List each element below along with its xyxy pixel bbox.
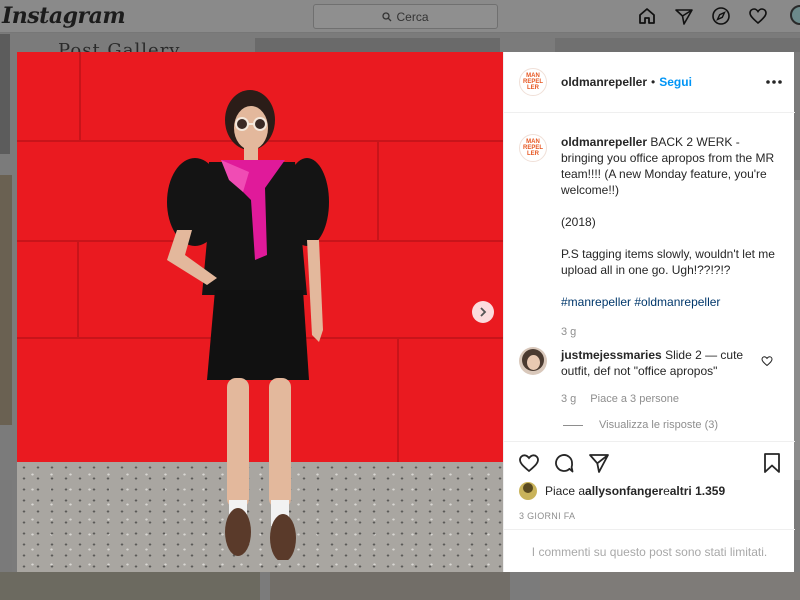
background-post-tile [0, 175, 12, 425]
view-replies-label: Visualizza le risposte (3) [599, 419, 719, 431]
caption-year: (2018) [561, 215, 596, 229]
search-input[interactable]: Cerca [313, 4, 498, 29]
wall-seam [397, 337, 399, 462]
home-icon[interactable] [636, 5, 658, 27]
comment-bubble-icon[interactable] [553, 452, 575, 474]
direct-icon[interactable] [673, 5, 695, 27]
likes-summary: Piace a allysonfanger e altri 1.359 [519, 482, 725, 500]
activity-heart-icon[interactable] [747, 5, 769, 27]
post-caption: MAN REPEL LER oldmanrepeller BACK 2 WERK -… [519, 134, 785, 340]
caption-body: oldmanrepeller BACK 2 WERK - bringing yo… [561, 134, 785, 340]
top-navigation-bar: Instagram Cerca [0, 0, 800, 33]
post-header: MAN REPEL LER oldmanrepeller • Segui [504, 52, 795, 113]
save-bookmark-icon[interactable] [761, 452, 783, 474]
background-post-tile [0, 572, 260, 600]
background-post-tile [0, 34, 10, 154]
post-side-panel: MAN REPEL LER oldmanrepeller • Segui MAN RE… [503, 52, 795, 572]
comment-item: justmejessmaries Slide 2 — cute outfit, … [519, 347, 785, 407]
chevron-right-icon [480, 307, 487, 317]
brand-avatar[interactable]: MAN REPEL LER [519, 134, 547, 162]
liker-username-link[interactable]: allysonfanger [585, 484, 663, 498]
separator-dot: • [651, 75, 656, 89]
background-post-tile [255, 38, 500, 52]
caption-username-link[interactable]: oldmanrepeller [561, 135, 647, 149]
post-photo [17, 52, 503, 572]
brand-logo-text: MAN REPEL LER [522, 73, 543, 91]
commenter-avatar[interactable] [519, 347, 547, 375]
next-slide-button[interactable] [472, 301, 494, 323]
caption-timestamp[interactable]: 3 g [561, 324, 785, 340]
comment-likes-link[interactable]: Piace a 3 persone [590, 391, 679, 407]
caption-note: P.S tagging items slowly, wouldn't let m… [561, 247, 775, 277]
comment-username-link[interactable]: justmejessmaries [561, 348, 662, 362]
wall-seam [79, 52, 81, 140]
follow-button[interactable]: Segui [659, 75, 692, 89]
wall-seam [377, 140, 379, 240]
post-date[interactable]: 3 GIORNI FA [519, 511, 575, 521]
replies-divider [563, 424, 583, 426]
brand-avatar[interactable]: MAN REPEL LER [519, 68, 547, 96]
comments-limited-notice: I commenti su questo post sono stati lim… [504, 529, 795, 573]
post-username-link[interactable]: oldmanrepeller [561, 75, 647, 89]
liker-avatar[interactable] [519, 482, 537, 500]
view-replies-button[interactable]: Visualizza le risposte (3) [563, 419, 718, 431]
instagram-logo[interactable]: Instagram [2, 3, 126, 29]
like-heart-icon[interactable] [518, 452, 540, 474]
likes-middle: e [663, 484, 670, 498]
background-post-tile [555, 38, 800, 52]
likes-others-link[interactable]: altri 1.359 [670, 484, 725, 498]
background-post-tile [270, 572, 510, 600]
explore-icon[interactable] [710, 5, 732, 27]
post-modal: MAN REPEL LER oldmanrepeller • Segui MAN RE… [17, 52, 795, 572]
background-post-tile [540, 572, 800, 600]
comment-body: justmejessmaries Slide 2 — cute outfit, … [561, 347, 756, 407]
search-icon [382, 11, 392, 21]
wall-seam [77, 240, 79, 337]
caption-hashtags[interactable]: #manrepeller #oldmanrepeller [561, 294, 785, 310]
share-paper-plane-icon[interactable] [588, 452, 610, 474]
profile-avatar[interactable] [790, 5, 800, 25]
search-placeholder: Cerca [396, 9, 429, 24]
brand-logo-text: MAN REPEL LER [522, 139, 543, 157]
comment-timestamp[interactable]: 3 g [561, 391, 576, 407]
comment-like-heart-icon[interactable] [761, 355, 773, 367]
more-options-icon[interactable] [765, 74, 783, 90]
post-actions-section: Piace a allysonfanger e altri 1.359 3 GI… [504, 441, 795, 572]
likes-prefix: Piace a [545, 484, 586, 498]
woman-figure [167, 90, 329, 560]
